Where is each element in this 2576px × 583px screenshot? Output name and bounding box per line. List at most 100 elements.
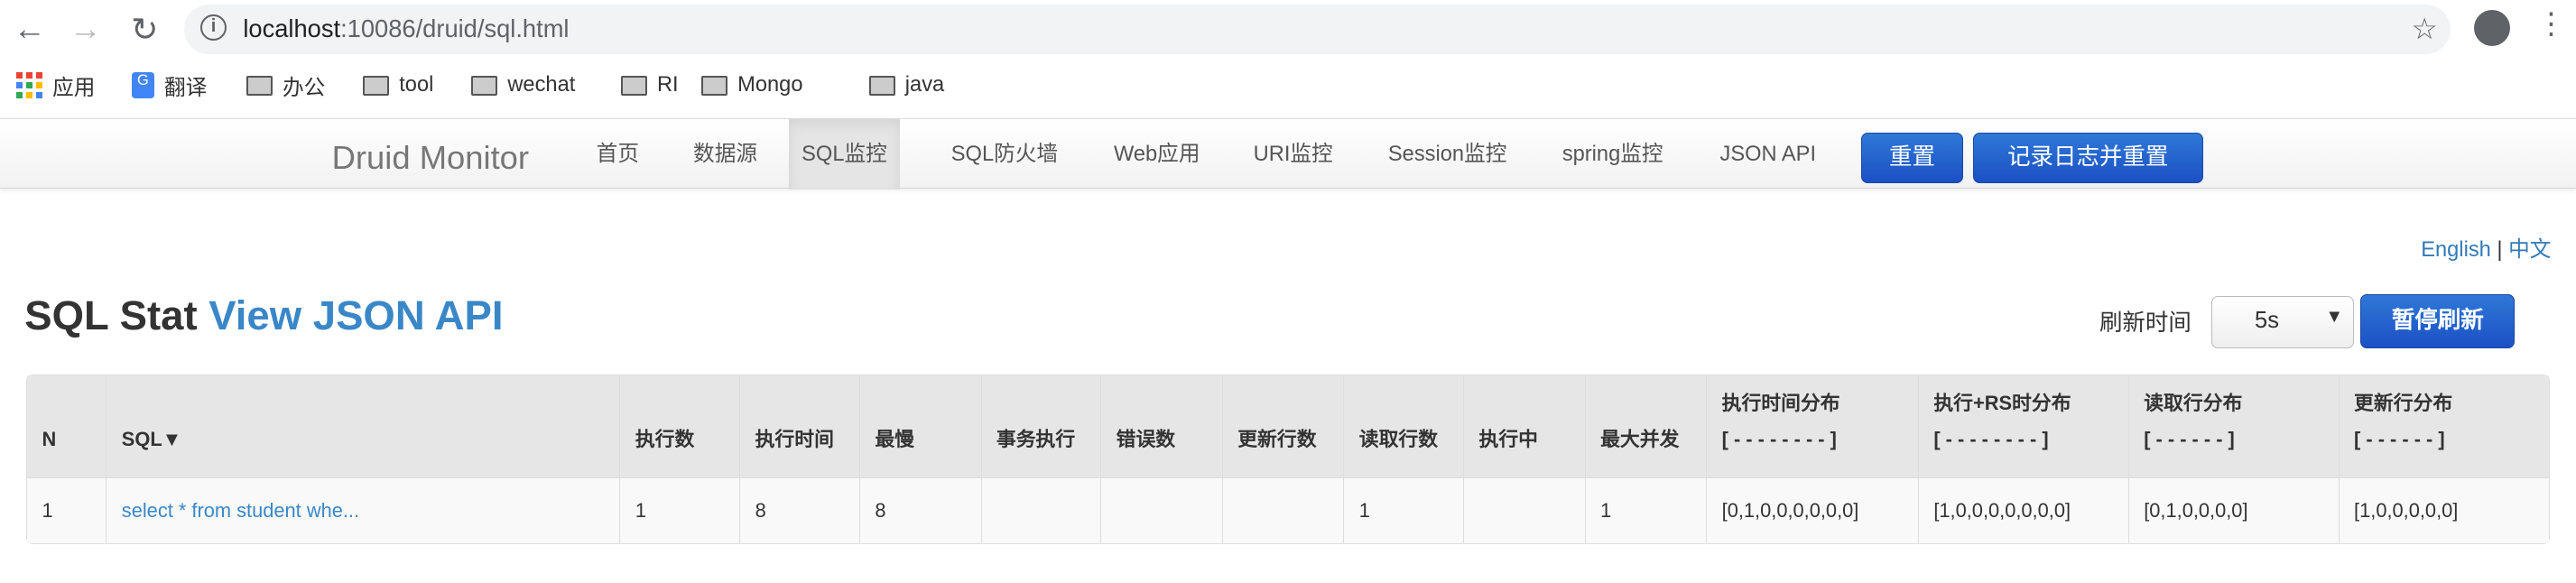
cell-value: 1 [1600,498,1612,522]
nav-sql-firewall[interactable]: SQL防火墙 [930,119,1080,190]
lang-english[interactable]: English [2421,238,2491,262]
table-cell [980,477,1101,543]
bookmark-folder[interactable]: tool [363,66,433,106]
cell-value: 1 [1358,498,1370,522]
header-label: 最大并发 [1600,427,1680,450]
header-distribution-range: [ - - - - - - - - ] [1721,427,1837,450]
header-label: 读取行分布 [2144,391,2243,414]
header-label: 执行数 [635,427,695,450]
table-cell: [1,0,0,0,0,0,0,0] [1917,477,2128,543]
star-icon[interactable]: ☆ [2412,12,2438,46]
nav-uri[interactable]: URI监控 [1232,119,1354,190]
title-text: SQL Stat [24,292,198,338]
column-header[interactable]: 执行+RS时分布 [ - - - - - - - - ] [1917,375,2128,477]
sql-link[interactable]: select * from student whe... [122,499,359,522]
bookmark-folder[interactable]: wechat [471,66,575,106]
refresh-label: 刷新时间 [2099,310,2191,336]
bookmark-folder[interactable]: 办公 [246,66,325,106]
cell-value: 1 [635,498,646,522]
url-path: :10086/druid/sql.html [340,14,570,43]
header-label: N [42,427,57,450]
header-label: 事务执行 [996,427,1076,450]
folder-icon [868,75,895,96]
menu-icon[interactable]: ⋮ [2536,6,2566,41]
table-cell: 1 [27,477,107,543]
refresh-interval-select[interactable]: 5s ▼ [2210,295,2355,348]
nav-json-api[interactable]: JSON API [1699,119,1838,190]
table-cell: [0,1,0,0,0,0] [2127,477,2339,543]
table-cell: 8 [858,477,981,543]
folder-icon [363,75,390,96]
bookmark-label: Mongo [737,73,803,97]
cell-value: 8 [755,498,766,522]
table-cell: [1,0,0,0,0,0] [2338,477,2549,543]
folder-icon [701,75,728,96]
view-json-api-link[interactable]: View JSON API [208,292,503,338]
bookmark-folder[interactable]: RI [620,66,679,106]
column-header[interactable]: 执行时间分布 [ - - - - - - - - ] [1706,375,1918,477]
header-distribution-range: [ - - - - - - ] [2354,427,2445,450]
brand[interactable]: Druid Monitor [332,139,529,177]
column-header[interactable]: 最大并发 [1584,375,1707,477]
column-header[interactable]: 错误数 [1100,375,1222,477]
bookmark-label: 翻译 [163,76,208,100]
column-header[interactable]: 读取行数 [1343,375,1464,477]
nav-session[interactable]: Session监控 [1367,119,1528,190]
column-header[interactable]: 更新行数 [1221,375,1344,477]
nav-home[interactable]: 首页 [575,119,661,190]
column-header[interactable]: 更新行分布 [ - - - - - - ] [2338,375,2549,477]
header-label: SQL▼ [121,427,182,450]
table-cell: 1 [1343,477,1464,543]
header-label: 执行中 [1478,427,1539,450]
column-header[interactable]: 执行中 [1463,375,1585,477]
nav-spring[interactable]: spring监控 [1541,119,1684,190]
bookmark-label: RI [656,73,679,97]
cell-value: [0,1,0,0,0,0] [2144,498,2248,522]
bookmark-apps[interactable]: 应用 [16,66,95,106]
bookmark-translate[interactable]: G 翻译 [131,66,208,106]
reload-icon[interactable]: ↻ [125,10,164,49]
cell-value: [1,0,0,0,0,0] [2354,498,2459,522]
column-header[interactable]: 执行数 [619,375,740,477]
lang-chinese[interactable]: 中文 [2508,238,2551,262]
column-header[interactable]: 读取行分布 [ - - - - - - ] [2127,375,2339,477]
header-label: 执行时间 [755,427,834,450]
bookmark-folder[interactable]: Mongo [701,66,802,106]
header-label: 更新行数 [1237,427,1317,450]
header-label: 执行+RS时分布 [1933,391,2071,414]
header-label: 更新行分布 [2354,391,2453,414]
table-cell: 1 [1584,477,1707,543]
browser-toolbar: ← → ↻ i localhost:10086/druid/sql.html ☆… [0,0,2576,60]
separator: | [2497,237,2503,262]
profile-avatar[interactable] [2473,9,2510,46]
table-row: 1 select * from student whe... 1 8 8 1 1 [0,1,0… [27,477,2549,543]
column-header[interactable]: 执行时间 [739,375,859,477]
cell-value: 1 [42,498,53,522]
nav-web-app[interactable]: Web应用 [1092,119,1221,190]
bookmark-folder[interactable]: java [868,66,944,106]
column-header[interactable]: 事务执行 [980,375,1101,477]
column-header[interactable]: SQL▼ [106,375,620,477]
forward-icon[interactable]: → [66,10,106,48]
back-icon[interactable]: ← [10,10,50,48]
table-cell [1221,477,1344,543]
chevron-down-icon: ▼ [2325,306,2344,327]
header-label: 最慢 [875,427,914,450]
reset-button[interactable]: 重置 [1861,132,1963,183]
folder-icon [471,75,498,96]
table-cell: select * from student whe... [106,477,620,543]
address-bar[interactable]: i localhost:10086/druid/sql.html ☆ [183,5,2451,55]
nav-sql[interactable]: SQL监控 [788,119,901,190]
cell-value: 8 [875,498,886,522]
top-navbar: Druid Monitor 首页 数据源 SQL监控 SQL防火墙 Web应用 … [0,118,2576,190]
column-header[interactable]: 最慢 [858,375,981,477]
info-icon[interactable]: i [200,14,227,42]
column-header[interactable]: N [27,375,107,477]
pause-refresh-button[interactable]: 暂停刷新 [2360,293,2516,348]
log-and-reset-button[interactable]: 记录日志并重置 [1972,132,2203,183]
header-distribution-range: [ - - - - - - ] [2144,427,2235,450]
header-label: 执行时间分布 [1721,391,1840,414]
table-cell [1463,477,1585,543]
nav-datasource[interactable]: 数据源 [672,119,778,190]
bookmark-label: 应用 [52,76,96,100]
